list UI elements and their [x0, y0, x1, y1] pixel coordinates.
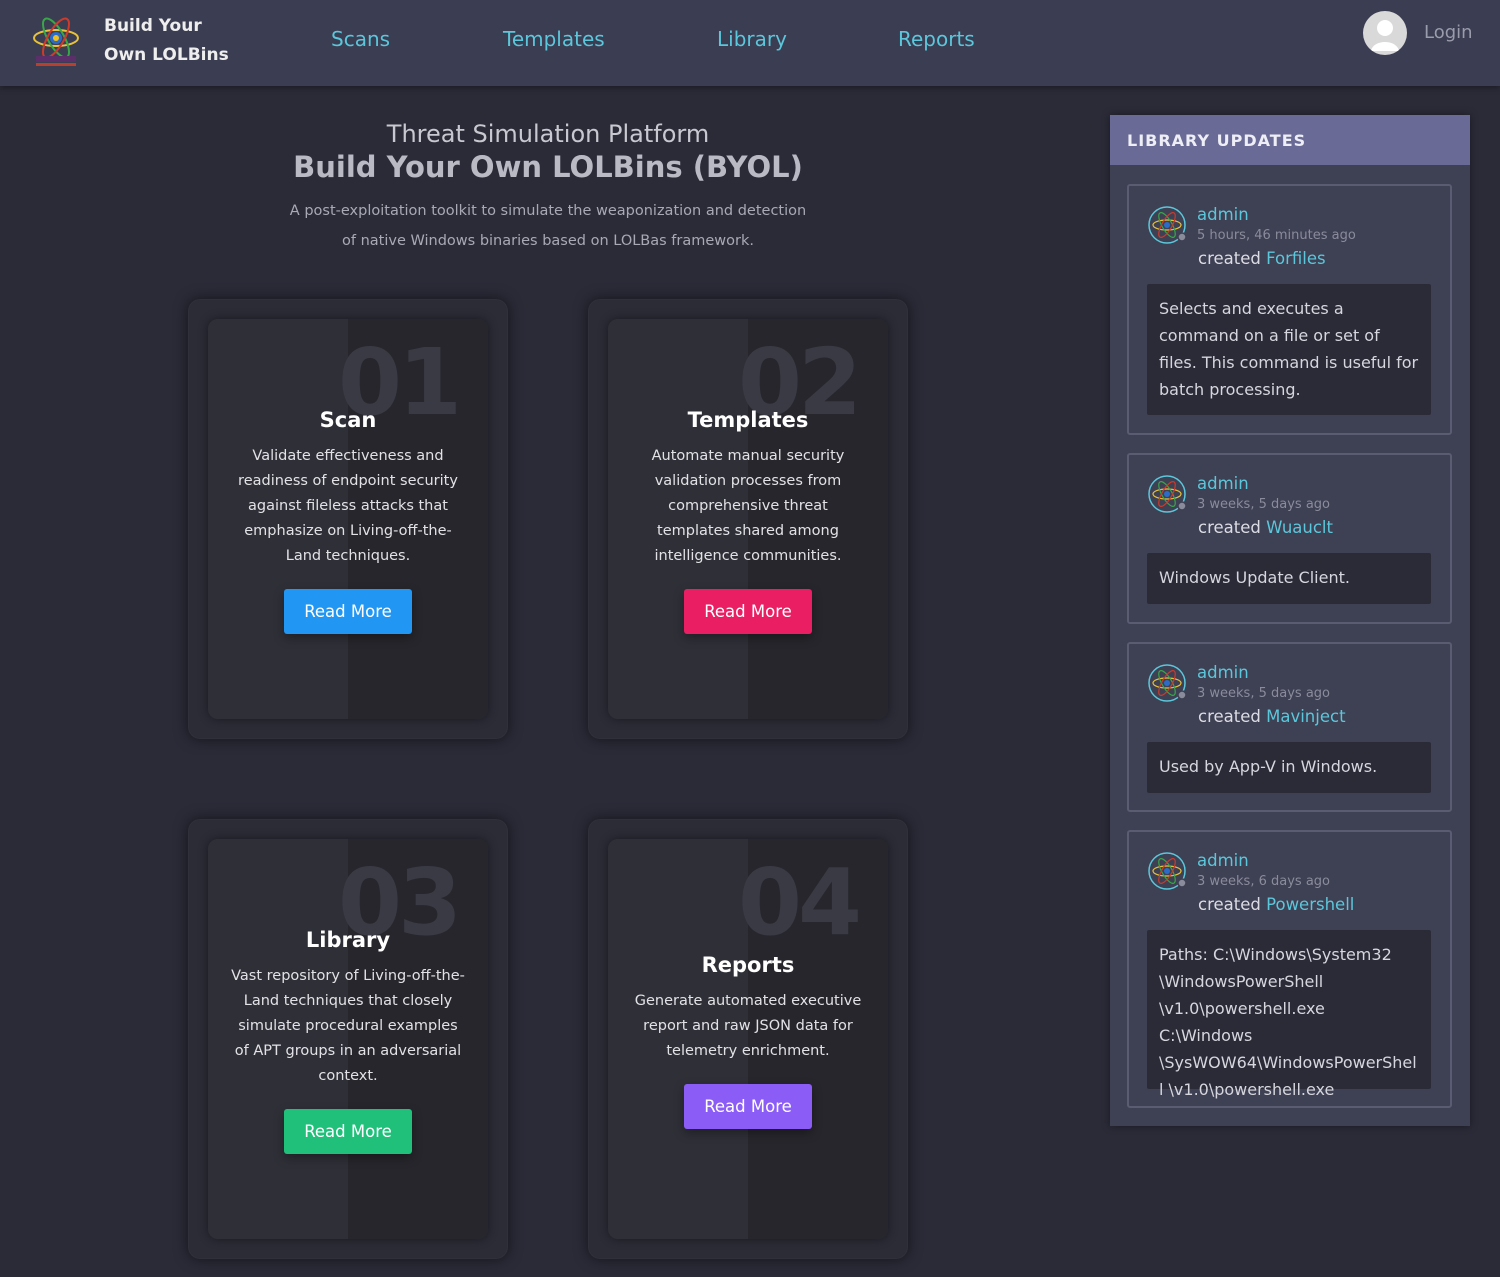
templates-read-more-button[interactable]: Read More: [684, 589, 812, 634]
update-item-link[interactable]: Wuauclt: [1266, 518, 1333, 537]
nav-link-library[interactable]: Library: [717, 27, 787, 51]
update-action-verb: created: [1198, 518, 1261, 537]
update-action: created Forfiles: [1198, 249, 1326, 268]
update-action-verb: created: [1198, 249, 1261, 268]
update-item: admin 3 weeks, 6 days ago created Powers…: [1127, 830, 1452, 1108]
nav-link-templates[interactable]: Templates: [503, 27, 605, 51]
update-user-link[interactable]: admin: [1197, 474, 1249, 493]
reports-read-more-button[interactable]: Read More: [684, 1084, 812, 1129]
brand-line-1: Build Your: [104, 16, 202, 36]
update-item-link[interactable]: Forfiles: [1266, 249, 1326, 268]
card-description: Generate automated executive report and …: [634, 993, 862, 1059]
library-read-more-button[interactable]: Read More: [284, 1109, 412, 1154]
feature-card-reports: 04 Reports Generate automated executive …: [588, 819, 908, 1259]
scan-read-more-button[interactable]: Read More: [284, 589, 412, 634]
card-title: Templates: [687, 408, 809, 432]
card-title: Reports: [701, 953, 795, 977]
update-action: created Powershell: [1198, 895, 1354, 914]
update-item: admin 3 weeks, 5 days ago created Mavinj…: [1127, 642, 1452, 812]
update-timestamp: 3 weeks, 6 days ago: [1197, 874, 1330, 889]
feature-card-scan: 01 Scan Validate effectiveness and readi…: [188, 299, 508, 739]
update-user-link[interactable]: admin: [1197, 851, 1249, 870]
top-navbar: Build Your Own LOLBins Scans Templates L…: [0, 0, 1500, 86]
update-item-link[interactable]: Mavinject: [1266, 707, 1345, 726]
update-action-verb: created: [1198, 895, 1261, 914]
feature-card-inner: 03 Library Vast repository of Living-off…: [208, 839, 488, 1239]
update-user-link[interactable]: admin: [1197, 205, 1249, 224]
user-avatar-icon[interactable]: [1363, 11, 1407, 55]
card-description: Automate manual security validation proc…: [651, 448, 845, 564]
admin-avatar-icon: [1147, 663, 1187, 703]
card-description: Vast repository of Living-off-the-Land t…: [231, 968, 465, 1084]
library-updates-header: LIBRARY UPDATES: [1110, 115, 1470, 165]
library-updates-panel: LIBRARY UPDATES admin 5 hours, 46 minute…: [1110, 115, 1470, 1126]
card-title: Library: [305, 928, 391, 952]
update-item: admin 3 weeks, 5 days ago created Wuaucl…: [1127, 453, 1452, 624]
admin-avatar-icon: [1147, 474, 1187, 514]
login-link[interactable]: Login: [1424, 22, 1473, 43]
update-description: Selects and executes a command on a file…: [1147, 284, 1431, 415]
update-timestamp: 5 hours, 46 minutes ago: [1197, 228, 1356, 243]
card-title: Scan: [319, 408, 377, 432]
feature-card-inner: 01 Scan Validate effectiveness and readi…: [208, 319, 488, 719]
hero-description-line-1: A post-exploitation toolkit to simulate …: [289, 203, 807, 219]
hero-title: Build Your Own LOLBins (BYOL): [293, 150, 803, 184]
nav-link-scans[interactable]: Scans: [331, 27, 390, 51]
brand-logo-icon[interactable]: [30, 12, 82, 68]
hero-subtitle: Threat Simulation Platform: [386, 120, 710, 148]
update-description: Used by App-V in Windows.: [1147, 742, 1431, 793]
feature-card-inner: 02 Templates Automate manual security va…: [608, 319, 888, 719]
feature-card-inner: 04 Reports Generate automated executive …: [608, 839, 888, 1239]
brand-line-2: Own LOLBins: [104, 45, 229, 65]
admin-avatar-icon: [1147, 205, 1187, 245]
update-action-verb: created: [1198, 707, 1261, 726]
hero-description: A post-exploitation toolkit to simulate …: [260, 196, 836, 256]
update-action: created Wuauclt: [1198, 518, 1333, 537]
nav-link-reports[interactable]: Reports: [898, 27, 975, 51]
brand-name[interactable]: Build Your Own LOLBins: [104, 12, 244, 70]
card-number: 04: [737, 849, 862, 956]
feature-card-templates: 02 Templates Automate manual security va…: [588, 299, 908, 739]
update-timestamp: 3 weeks, 5 days ago: [1197, 686, 1330, 701]
update-description: Paths: C:\Windows\System32 \WindowsPower…: [1147, 930, 1431, 1099]
update-item-link[interactable]: Powershell: [1266, 895, 1354, 914]
update-action: created Mavinject: [1198, 707, 1346, 726]
feature-card-library: 03 Library Vast repository of Living-off…: [188, 819, 508, 1259]
update-item: admin 5 hours, 46 minutes ago created Fo…: [1127, 184, 1452, 435]
admin-avatar-icon: [1147, 851, 1187, 891]
hero-description-line-2: of native Windows binaries based on LOLB…: [342, 233, 754, 249]
update-user-link[interactable]: admin: [1197, 663, 1249, 682]
card-description: Validate effectiveness and readiness of …: [238, 448, 458, 564]
update-description: Windows Update Client.: [1147, 553, 1431, 604]
update-timestamp: 3 weeks, 5 days ago: [1197, 497, 1330, 512]
